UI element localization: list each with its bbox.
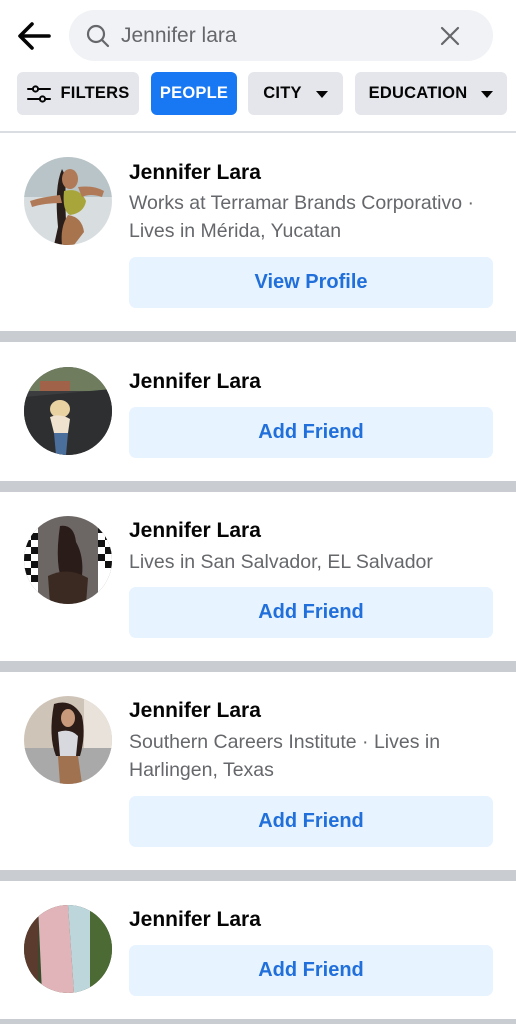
add-friend-button[interactable]: Add Friend xyxy=(129,407,493,458)
section-divider xyxy=(0,331,516,342)
result-item: Jennifer Lara Add Friend xyxy=(0,881,516,1019)
add-friend-button[interactable]: Add Friend xyxy=(129,796,493,847)
result-details: Southern Careers Institute · Lives in Ha… xyxy=(129,731,441,781)
caret-down-icon xyxy=(315,91,328,98)
view-profile-button[interactable]: View Profile xyxy=(129,257,493,308)
education-chip[interactable]: EDUCATION xyxy=(355,72,507,115)
city-chip[interactable]: CITY xyxy=(248,72,343,115)
search-bar xyxy=(69,10,493,61)
search-header: FILTERS PEOPLE CITY EDUCATION xyxy=(0,0,516,133)
section-divider xyxy=(0,870,516,881)
search-input[interactable] xyxy=(121,10,421,61)
section-divider xyxy=(0,1019,516,1024)
avatar[interactable] xyxy=(24,696,112,784)
result-item: Jennifer Lara Works at Terramar Brands C… xyxy=(0,135,516,331)
result-item: Jennifer Lara Add Friend xyxy=(0,342,516,481)
filters-chip-label: FILTERS xyxy=(60,84,130,102)
search-icon xyxy=(86,24,110,48)
profile-photo xyxy=(24,696,112,784)
section-divider xyxy=(0,661,516,672)
profile-photo xyxy=(24,516,112,604)
avatar[interactable] xyxy=(24,367,112,455)
result-item: Jennifer Lara Southern Careers Institute… xyxy=(0,672,516,870)
caret-down-icon xyxy=(481,91,494,98)
avatar[interactable] xyxy=(24,516,112,604)
result-details: Works at Terramar Brands Corporativo · L… xyxy=(129,192,474,242)
people-chip-label: PEOPLE xyxy=(159,84,229,102)
filter-chips: FILTERS PEOPLE CITY EDUCATION xyxy=(0,72,516,116)
profile-photo xyxy=(24,905,112,993)
add-friend-button[interactable]: Add Friend xyxy=(129,587,493,638)
back-button[interactable] xyxy=(14,16,54,56)
profile-photo xyxy=(24,367,112,455)
profile-photo xyxy=(24,157,112,245)
result-name[interactable]: Jennifer Lara xyxy=(129,161,261,185)
result-name[interactable]: Jennifer Lara xyxy=(129,519,261,543)
result-item: Jennifer Lara Lives in San Salvador, EL … xyxy=(0,492,516,661)
result-name[interactable]: Jennifer Lara xyxy=(129,908,261,932)
arrow-left-icon xyxy=(18,22,51,50)
education-chip-label: EDUCATION xyxy=(368,84,468,102)
filters-chip[interactable]: FILTERS xyxy=(17,72,139,115)
section-divider xyxy=(0,481,516,492)
avatar[interactable] xyxy=(24,905,112,993)
result-name[interactable]: Jennifer Lara xyxy=(129,699,261,723)
close-icon[interactable] xyxy=(437,23,463,49)
result-name[interactable]: Jennifer Lara xyxy=(129,370,261,394)
people-chip[interactable]: PEOPLE xyxy=(151,72,237,115)
result-details: Lives in San Salvador, EL Salvador xyxy=(129,551,433,573)
city-chip-label: CITY xyxy=(263,84,302,102)
avatar[interactable] xyxy=(24,157,112,245)
filter-sliders-icon xyxy=(26,84,51,103)
add-friend-button[interactable]: Add Friend xyxy=(129,945,493,996)
